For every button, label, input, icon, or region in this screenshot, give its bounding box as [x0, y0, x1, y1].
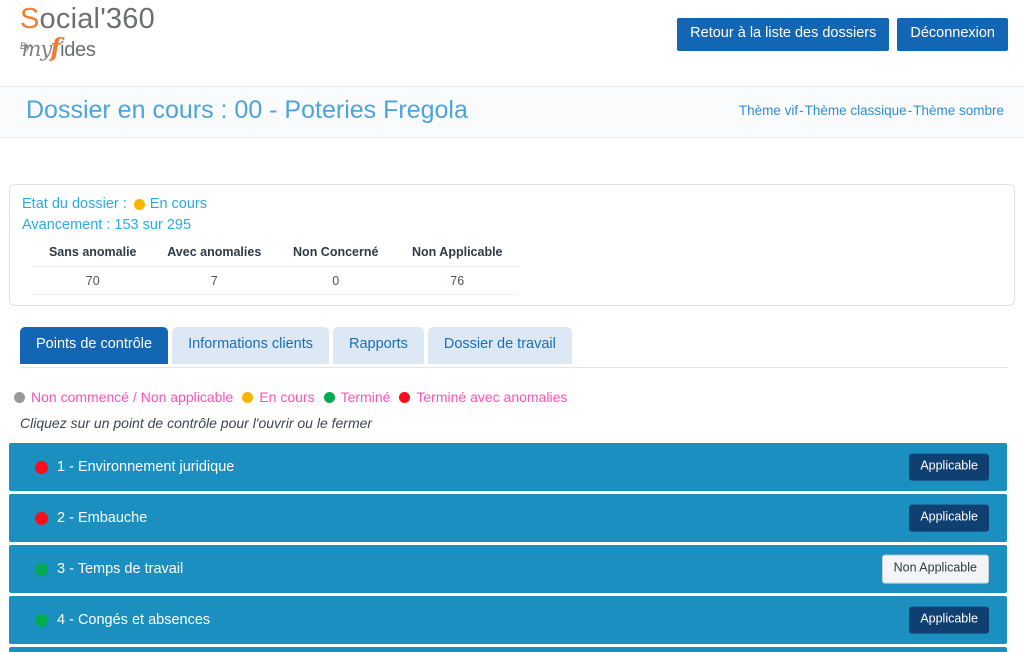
folder-state-label: Etat du dossier : [22, 196, 127, 212]
header-actions: Retour à la liste des dossiers Déconnexi… [677, 18, 1008, 51]
control-point-label: 3 - Temps de travail [57, 561, 184, 577]
stats-header-non-concerne: Non Concerné [275, 241, 397, 267]
control-point-1-content: 1 - Environnement juridique [35, 443, 234, 491]
tabs-underline [20, 367, 1008, 368]
back-to-folder-list-button[interactable]: Retour à la liste des dossiers [677, 18, 890, 51]
app-header: Social'360 By my f ides Retour à la list… [0, 0, 1024, 86]
legend-dot-green-icon [323, 391, 335, 403]
folder-status-card: Etat du dossier : En cours Avancement : … [9, 184, 1015, 306]
brand-logo-secondary: By my f ides [20, 35, 300, 60]
stats-value-non-concerne: 0 [275, 266, 397, 295]
legend-label-non-commence: Non commencé / Non applicable [31, 389, 234, 405]
control-point-status-dot-icon [35, 562, 48, 576]
logout-button[interactable]: Déconnexion [897, 18, 1008, 51]
stats-value-avec-anomalies: 7 [153, 266, 275, 295]
brand-logo-ides: ides [60, 39, 96, 62]
applicability-button-1[interactable]: Applicable [909, 453, 989, 481]
applicability-button-2[interactable]: Applicable [909, 504, 989, 532]
control-point-row-1[interactable]: 1 - Environnement juridique Applicable [9, 443, 1007, 491]
stats-value-sans-anomalie: 70 [32, 266, 154, 295]
status-legend: Non commencé / Non applicable En cours T… [14, 389, 576, 405]
theme-link-vif[interactable]: Thème vif [739, 103, 798, 118]
applicability-button-3[interactable]: Non Applicable [881, 554, 989, 584]
brand-logo-by: By [20, 41, 31, 52]
folder-state-line: Etat du dossier : En cours [22, 194, 1002, 215]
control-point-2-content: 2 - Embauche [35, 494, 147, 542]
control-point-4-content: 4 - Congés et absences [35, 596, 210, 644]
folder-stats-table: Sans anomalie Avec anomalies Non Concern… [32, 241, 518, 295]
legend-label-termine: Terminé [340, 389, 391, 405]
status-dot-icon [133, 199, 145, 210]
brand-logo-initial: S [20, 3, 40, 35]
stats-header-non-applicable: Non Applicable [396, 241, 518, 267]
applicability-button-4[interactable]: Applicable [909, 606, 989, 634]
tab-points-de-controle[interactable]: Points de contrôle [20, 327, 169, 364]
tab-rapports[interactable]: Rapports [333, 327, 424, 364]
legend-label-en-cours: En cours [259, 389, 315, 405]
legend-label-termine-avec-anomalies: Terminé avec anomalies [416, 389, 568, 405]
stats-header-avec-anomalies: Avec anomalies [153, 241, 275, 267]
control-point-list: 1 - Environnement juridique Applicable 2… [9, 443, 1007, 652]
table-row: 70 7 0 76 [32, 266, 518, 295]
theme-switcher: Thème vif-Thème classique-Thème sombre [739, 103, 1004, 118]
tab-informations-clients[interactable]: Informations clients [172, 327, 329, 364]
folder-state-value: En cours [149, 196, 208, 212]
theme-link-sombre[interactable]: Thème sombre [913, 103, 1004, 118]
control-point-status-dot-icon [35, 511, 48, 525]
theme-link-classique[interactable]: Thème classique [805, 103, 907, 118]
main-tabs: Points de contrôle Informations clients … [20, 327, 572, 364]
stats-value-non-applicable: 76 [396, 266, 518, 295]
legend-dot-yellow-icon [242, 391, 254, 403]
control-point-3-content: 3 - Temps de travail [35, 545, 183, 593]
folder-progress-label: Avancement : 153 sur 295 [22, 217, 192, 233]
legend-item-termine-avec-anomalies: Terminé avec anomalies [399, 389, 567, 405]
legend-item-termine: Terminé [323, 389, 391, 405]
tab-dossier-de-travail[interactable]: Dossier de travail [427, 327, 572, 364]
legend-dot-red-icon [399, 391, 411, 403]
control-point-label: 4 - Congés et absences [57, 612, 211, 628]
legend-item-en-cours: En cours [242, 389, 315, 405]
control-point-row-5[interactable] [9, 647, 1007, 652]
control-point-row-3[interactable]: 3 - Temps de travail Non Applicable [9, 545, 1007, 593]
control-point-label: 1 - Environnement juridique [57, 459, 235, 475]
control-point-status-dot-icon [35, 613, 48, 627]
control-point-hint: Cliquez sur un point de contrôle pour l'… [20, 415, 373, 431]
legend-dot-gray-icon [14, 391, 25, 403]
table-header-row: Sans anomalie Avec anomalies Non Concern… [32, 241, 518, 267]
control-point-row-2[interactable]: 2 - Embauche Applicable [9, 494, 1007, 542]
control-point-status-dot-icon [35, 460, 48, 474]
brand-logo: Social'360 By my f ides [20, 4, 300, 61]
title-band: Dossier en cours : 00 - Poteries Fregola… [0, 86, 1024, 138]
stats-header-sans-anomalie: Sans anomalie [32, 241, 154, 267]
brand-logo-primary: Social'360 [20, 4, 300, 34]
control-point-row-4[interactable]: 4 - Congés et absences Applicable [9, 596, 1007, 644]
brand-logo-name: ocial'360 [39, 3, 155, 35]
legend-item-non-commence: Non commencé / Non applicable [14, 389, 233, 405]
control-point-label: 2 - Embauche [57, 510, 148, 526]
page-title: Dossier en cours : 00 - Poteries Fregola [26, 96, 468, 124]
